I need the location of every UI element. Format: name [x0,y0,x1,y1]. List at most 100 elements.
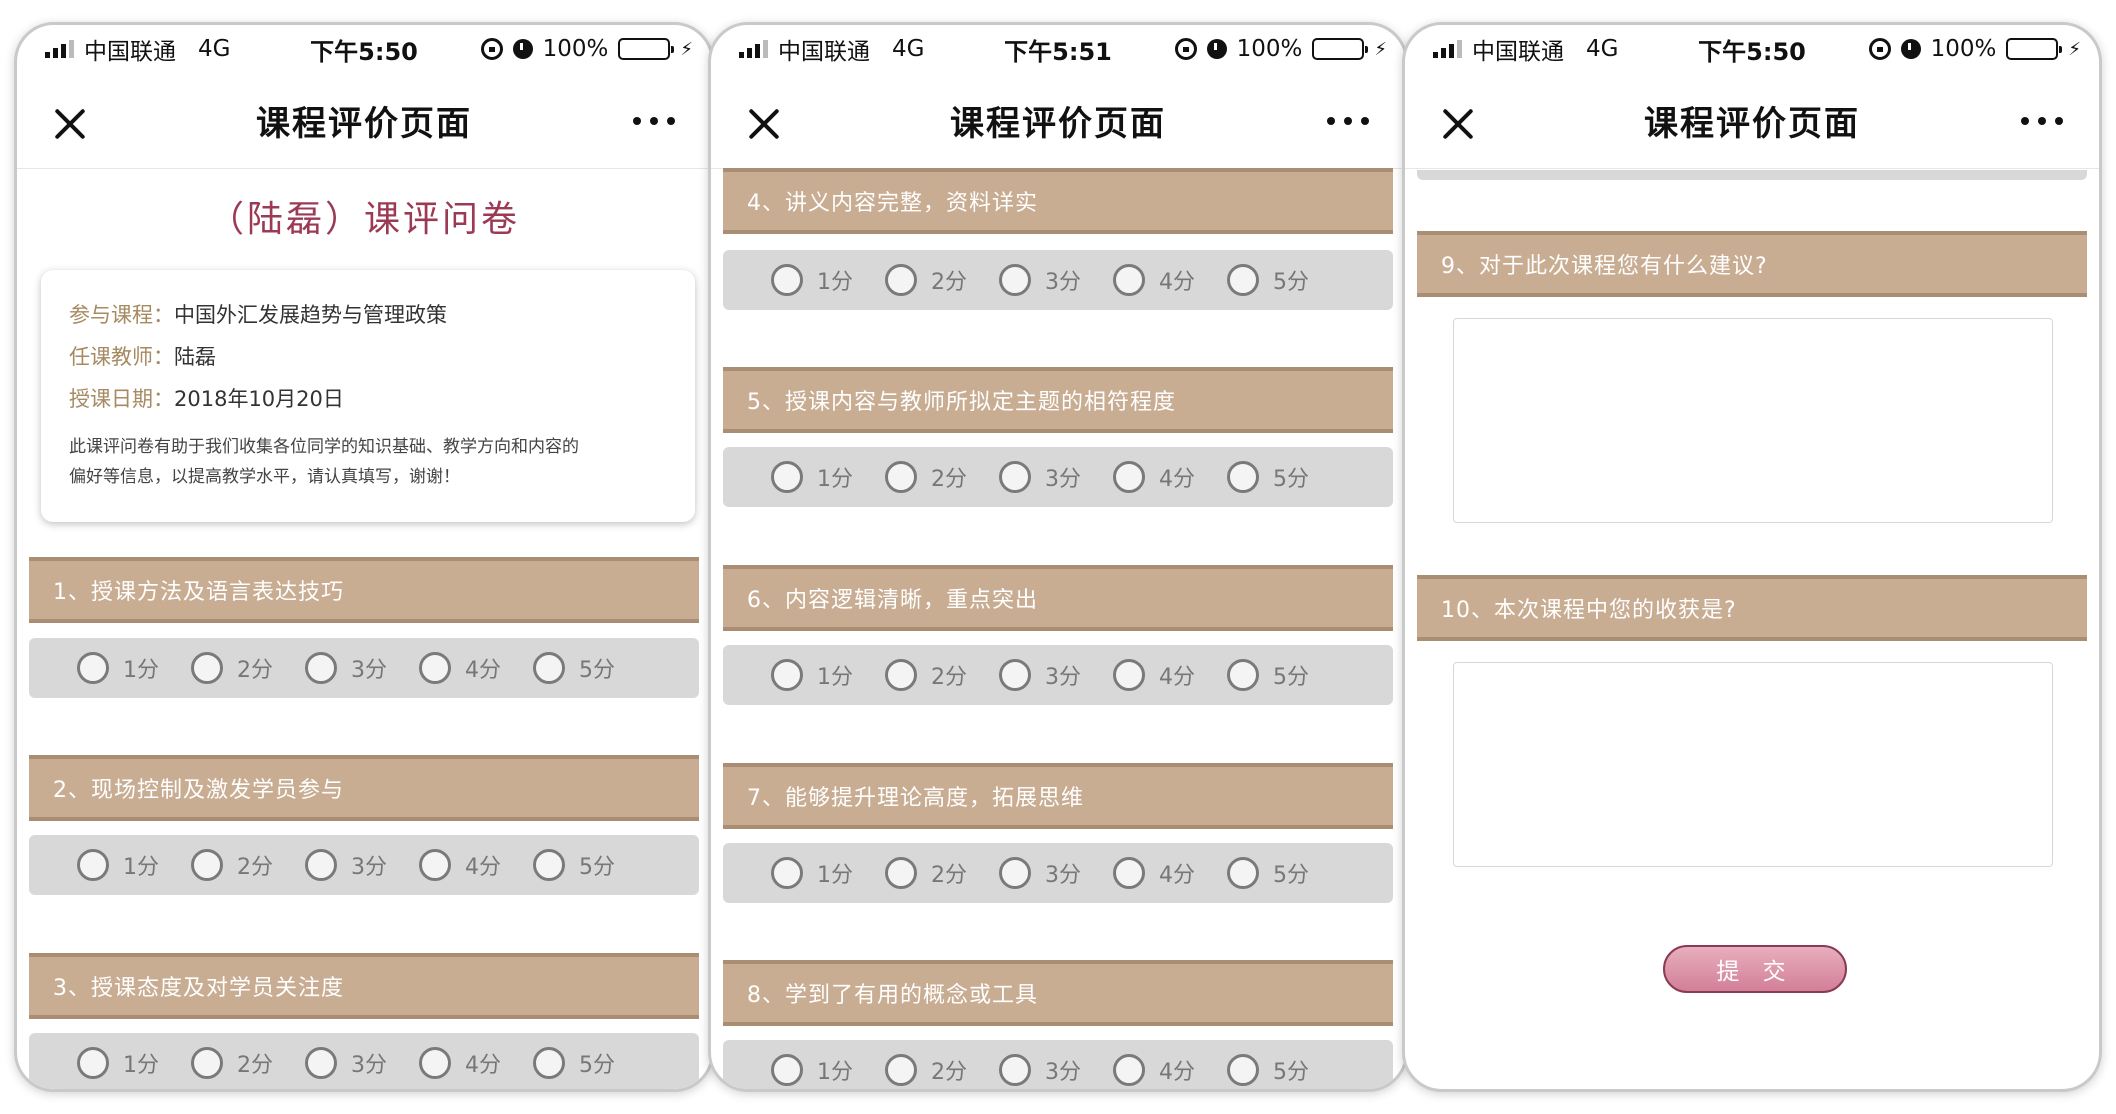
rating-option[interactable]: 3分 [999,857,1081,889]
radio-icon[interactable] [1113,1054,1145,1086]
carrier-label: 中国联通 [778,39,870,65]
submit-button[interactable]: 提 交 [1663,945,1847,993]
radio-icon[interactable] [885,264,917,296]
radio-icon[interactable] [1113,659,1145,691]
nav-bar: 课程评价页面 [1405,73,2099,169]
rating-option[interactable]: 2分 [885,659,967,691]
status-bar: 中国联通 4G 下午5:50 100% ⚡ [17,25,711,73]
close-icon[interactable] [747,107,781,141]
close-icon[interactable] [53,107,87,141]
radio-icon[interactable] [771,857,803,889]
radio-icon[interactable] [1227,857,1259,889]
radio-icon[interactable] [305,1047,337,1079]
rating-option[interactable]: 4分 [1113,659,1195,691]
radio-icon[interactable] [1227,264,1259,296]
rating-option[interactable]: 3分 [999,461,1081,493]
rating-option[interactable]: 2分 [191,849,273,881]
radio-icon[interactable] [771,1054,803,1086]
rating-option[interactable]: 4分 [1113,264,1195,296]
close-icon[interactable] [1441,107,1475,141]
rating-option[interactable]: 3分 [999,1054,1081,1086]
rating-option[interactable]: 2分 [191,652,273,684]
radio-icon[interactable] [885,461,917,493]
rating-option[interactable]: 3分 [999,264,1081,296]
radio-icon[interactable] [771,659,803,691]
radio-icon[interactable] [533,849,565,881]
rating-option[interactable]: 3分 [999,659,1081,691]
rating-option[interactable]: 4分 [419,849,501,881]
radio-icon[interactable] [305,849,337,881]
gains-textarea[interactable] [1453,662,2053,867]
rating-option[interactable]: 4分 [1113,857,1195,889]
rating-option[interactable]: 2分 [885,1054,967,1086]
rating-option[interactable]: 5分 [1227,659,1309,691]
scroll-content[interactable]: 4、讲义内容完整，资料详实 1分 2分 3分 4分 5分 5、授课内容与教师所拟… [711,168,1405,1089]
rating-option[interactable]: 1分 [771,659,853,691]
radio-icon[interactable] [999,857,1031,889]
radio-icon[interactable] [1227,659,1259,691]
question-1: 1、授课方法及语言表达技巧 [29,557,699,623]
rating-option[interactable]: 1分 [771,1054,853,1086]
more-options-icon[interactable] [633,117,675,125]
scroll-content[interactable]: （陆磊）课评问卷 参与课程：中国外汇发展趋势与管理政策 任课教师：陆磊 授课日期… [17,170,711,1089]
radio-icon[interactable] [999,1054,1031,1086]
rating-option[interactable]: 1分 [771,461,853,493]
rating-option[interactable]: 1分 [771,857,853,889]
charging-icon: ⚡ [1374,38,1387,60]
radio-icon[interactable] [419,849,451,881]
rating-option[interactable]: 5分 [1227,857,1309,889]
scroll-content[interactable]: 9、对于此次课程您有什么建议? 10、本次课程中您的收获是? 提 交 [1405,170,2099,1089]
radio-icon[interactable] [419,652,451,684]
rating-option[interactable]: 1分 [77,652,159,684]
rating-option[interactable]: 1分 [77,849,159,881]
rating-option[interactable]: 2分 [885,264,967,296]
radio-icon[interactable] [771,264,803,296]
radio-icon[interactable] [77,652,109,684]
rating-option[interactable]: 2分 [191,1047,273,1079]
more-options-icon[interactable] [1327,117,1369,125]
radio-icon[interactable] [191,849,223,881]
rating-option[interactable]: 5分 [533,652,615,684]
radio-icon[interactable] [533,652,565,684]
suggestion-textarea[interactable] [1453,318,2053,523]
radio-icon[interactable] [771,461,803,493]
rating-option[interactable]: 3分 [305,849,387,881]
rating-option[interactable]: 5分 [1227,264,1309,296]
rating-option[interactable]: 5分 [533,1047,615,1079]
radio-icon[interactable] [999,461,1031,493]
rating-option[interactable]: 4分 [419,652,501,684]
radio-icon[interactable] [419,1047,451,1079]
rating-option[interactable]: 5分 [1227,1054,1309,1086]
radio-icon[interactable] [1113,857,1145,889]
radio-icon[interactable] [77,849,109,881]
radio-icon[interactable] [1113,264,1145,296]
battery-percent: 100% [542,36,609,62]
rating-option[interactable]: 5分 [1227,461,1309,493]
radio-icon[interactable] [305,652,337,684]
radio-icon[interactable] [885,1054,917,1086]
radio-icon[interactable] [885,659,917,691]
more-options-icon[interactable] [2021,117,2063,125]
radio-icon[interactable] [533,1047,565,1079]
radio-icon[interactable] [999,659,1031,691]
rating-option[interactable]: 3分 [305,652,387,684]
radio-icon[interactable] [77,1047,109,1079]
radio-icon[interactable] [1227,1054,1259,1086]
phone-screen-2: 中国联通 4G 下午5:51 100% ⚡ 课程评价页面 4、讲义内容完整，资料… [708,22,1408,1092]
radio-icon[interactable] [885,857,917,889]
rating-option[interactable]: 1分 [77,1047,159,1079]
rating-option[interactable]: 2分 [885,857,967,889]
rating-option[interactable]: 4分 [1113,1054,1195,1086]
radio-icon[interactable] [999,264,1031,296]
radio-icon[interactable] [191,1047,223,1079]
rating-option[interactable]: 4分 [419,1047,501,1079]
radio-icon[interactable] [1227,461,1259,493]
rating-option[interactable]: 3分 [305,1047,387,1079]
rating-option[interactable]: 4分 [1113,461,1195,493]
radio-icon[interactable] [191,652,223,684]
rating-option[interactable]: 2分 [885,461,967,493]
rating-option[interactable]: 5分 [533,849,615,881]
radio-icon[interactable] [1113,461,1145,493]
question-3: 3、授课态度及对学员关注度 [29,953,699,1019]
rating-option[interactable]: 1分 [771,264,853,296]
